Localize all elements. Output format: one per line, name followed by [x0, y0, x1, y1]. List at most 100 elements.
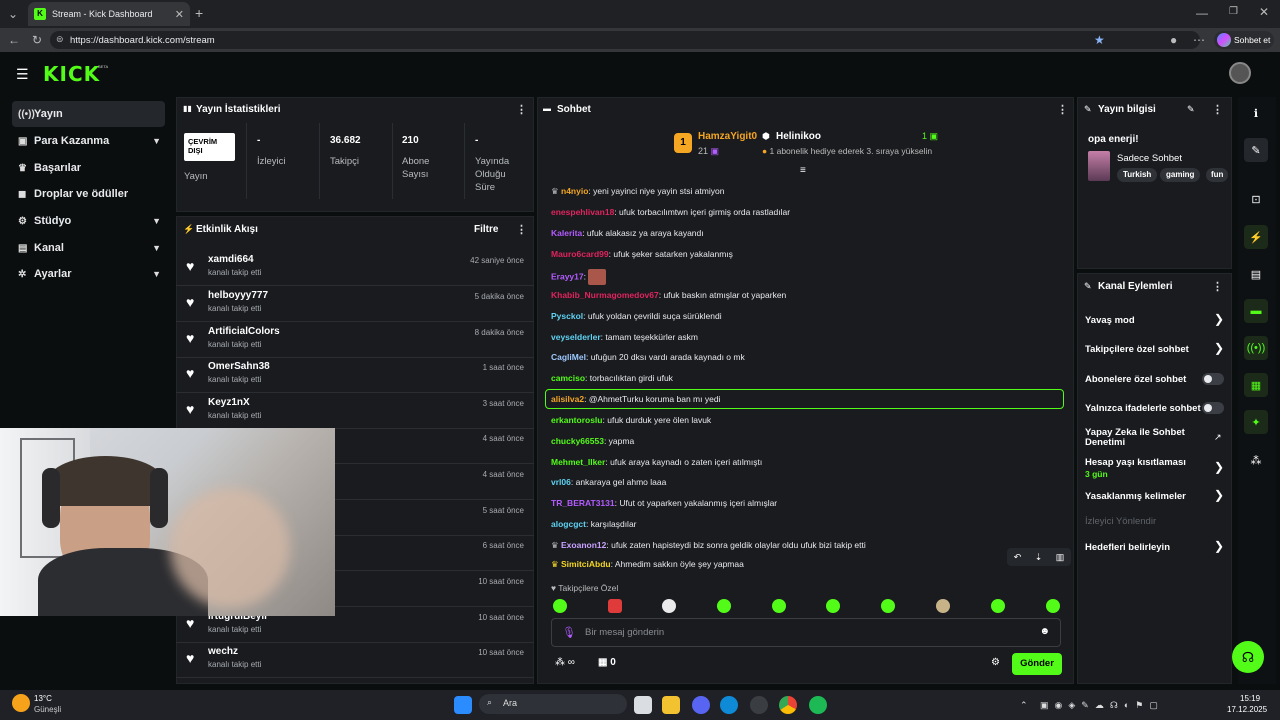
- chat-message[interactable]: Pysckol: ufuk yoldan çevrildi suça sürük…: [551, 311, 722, 321]
- minimize-icon[interactable]: —: [1196, 6, 1208, 20]
- hamburger-menu-icon[interactable]: ☰: [16, 66, 29, 83]
- chevron-right-icon[interactable]: ❯: [1214, 539, 1224, 553]
- apps-icon[interactable]: ⁂: [1244, 448, 1268, 472]
- chat-username[interactable]: Mehmet_Ilker: [551, 457, 605, 467]
- emoji-icon[interactable]: ☻: [1039, 626, 1050, 637]
- chat-message[interactable]: CagliMel: ufuğun 20 dksı vardı arada kay…: [551, 352, 745, 362]
- chat-message[interactable]: camciso: torbacılıktan girdi ufuk: [551, 373, 673, 383]
- wrench-icon[interactable]: ✦: [1244, 410, 1268, 434]
- reply-icon[interactable]: ↶: [1014, 552, 1022, 563]
- sidebar-item-droplar[interactable]: ◼ Droplar ve ödüller: [12, 181, 165, 207]
- delete-icon[interactable]: ▥: [1056, 552, 1065, 563]
- chat-username[interactable]: TR_BERAT3131: [551, 498, 615, 508]
- emote-4[interactable]: [717, 599, 731, 613]
- emote-10[interactable]: [1046, 599, 1060, 613]
- tag-chip[interactable]: Turkish: [1117, 168, 1158, 182]
- back-icon[interactable]: ←: [8, 33, 20, 47]
- info-icon[interactable]: ℹ: [1244, 101, 1268, 125]
- chat-message[interactable]: erkantoroslu: ufuk durduk yere ölen lavu…: [551, 415, 711, 425]
- chat-username[interactable]: vrl06: [551, 477, 571, 487]
- chat-username[interactable]: camciso: [551, 373, 585, 383]
- chat-message[interactable]: enespehlivan18: ufuk torbacılımtwn içeri…: [551, 207, 790, 217]
- chat-message[interactable]: Mehmet_Ilker: ufuk araya kaynadı o zaten…: [551, 457, 762, 467]
- send-button[interactable]: Gönder: [1012, 653, 1062, 675]
- activity-user[interactable]: helboyyy777: [208, 290, 268, 301]
- chat-message[interactable]: TR_BERAT3131: Ufut ot yaparken yakalanmı…: [551, 498, 777, 508]
- chat-message[interactable]: vrl06: ankaraya gel ahmo laaa: [551, 477, 666, 487]
- help-support-icon[interactable]: ☊: [1232, 641, 1264, 673]
- chat-settings-icon[interactable]: ⚙: [991, 657, 1000, 668]
- emote-9[interactable]: [991, 599, 1005, 613]
- taskbar-search[interactable]: ⌕ Ara: [479, 694, 627, 714]
- reload-icon[interactable]: ↻: [32, 33, 42, 47]
- chat-username[interactable]: Kalerita: [551, 228, 582, 238]
- url-input[interactable]: ⊜ https://dashboard.kick.com/stream: [50, 31, 1200, 49]
- activity-user[interactable]: OmerSahn38: [208, 361, 270, 372]
- subscribers-only-toggle[interactable]: [1202, 373, 1224, 385]
- chevron-right-icon[interactable]: ❯: [1214, 341, 1224, 355]
- pin-icon[interactable]: ⇣: [1035, 552, 1043, 563]
- activity-row[interactable]: ♥ helboyyy777 kanalı takip etti 5 dakika ön…: [176, 286, 534, 322]
- emote-7[interactable]: [881, 599, 895, 613]
- banned-words-item[interactable]: Yasaklanmış kelimeler: [1085, 491, 1186, 502]
- pencil-icon[interactable]: ✎: [1244, 138, 1268, 162]
- spotify-icon[interactable]: [809, 696, 827, 714]
- chat-message[interactable]: veyselderler: tamam teşekkürler askm: [551, 332, 698, 342]
- favorite-star-icon[interactable]: ★: [1094, 33, 1105, 47]
- chat-username[interactable]: alogcgct: [551, 519, 586, 529]
- stack-icon[interactable]: ▦: [1244, 373, 1268, 397]
- sidebar-item-yayin[interactable]: ((•)) Yayın: [12, 101, 165, 127]
- activity-row[interactable]: ♥ ArtificialColors kanalı takip etti 8 daki…: [176, 322, 534, 358]
- chat-username[interactable]: Pysckol: [551, 311, 583, 321]
- capture-icon[interactable]: ⊡: [1244, 187, 1268, 211]
- ai-moderation-item[interactable]: Yapay Zeka ile Sohbet Denetimi: [1085, 428, 1195, 448]
- chat-username[interactable]: n4nyio: [561, 186, 588, 196]
- activity-row[interactable]: ♥ wechz kanalı takip etti 10 saat önce: [176, 642, 534, 678]
- tab-list-icon[interactable]: ⌄: [8, 7, 18, 21]
- chat-message[interactable]: ♛ Exoanon12: ufuk zaten hapisteydi biz s…: [551, 540, 866, 551]
- chat-username[interactable]: erkantoroslu: [551, 415, 603, 425]
- list-icon[interactable]: ▤: [1244, 262, 1268, 286]
- chat-message[interactable]: chucky66553: yapma: [551, 436, 634, 446]
- sidebar-item-para-kazanma[interactable]: ▣ Para Kazanma ▼: [12, 128, 165, 154]
- chat-input[interactable]: 🎙 Bir mesaj gönderin ☻: [551, 618, 1061, 647]
- microphone-icon[interactable]: 🎙: [562, 626, 576, 639]
- browser-tab[interactable]: K Stream - Kick Dashboard ✕: [28, 2, 190, 26]
- chat-message[interactable]: ♛ n4nyio: yeni yayinci niye yayin stsi a…: [551, 186, 724, 197]
- chat-username[interactable]: CagliMel: [551, 352, 586, 362]
- lightning-icon[interactable]: ⚡: [1244, 225, 1268, 249]
- weather-icon[interactable]: [12, 694, 30, 712]
- chat-icon[interactable]: ▬: [1244, 299, 1268, 323]
- activity-filter-button[interactable]: Filtre: [474, 224, 498, 235]
- activity-user[interactable]: Keyz1nX: [208, 397, 250, 408]
- discord-icon[interactable]: [692, 696, 710, 714]
- activity-row[interactable]: ♥ OmerSahn38 kanalı takip etti 1 saat önce: [176, 357, 534, 393]
- chat-username[interactable]: Mauro6card99: [551, 249, 609, 259]
- emote-8[interactable]: [936, 599, 950, 613]
- chat-username[interactable]: Erayy17: [551, 271, 584, 281]
- emote-1[interactable]: [553, 599, 567, 613]
- activity-user[interactable]: ArtificialColors: [208, 326, 280, 337]
- chrome-icon[interactable]: [779, 696, 797, 714]
- clock-time[interactable]: 15:19: [1240, 694, 1260, 703]
- followers-only-item[interactable]: Takipçilere özel sohbet: [1085, 344, 1189, 355]
- start-icon[interactable]: [454, 696, 472, 714]
- profile-icon[interactable]: ●: [1170, 33, 1177, 47]
- file-explorer-icon[interactable]: [662, 696, 680, 714]
- category-thumbnail[interactable]: [1088, 151, 1110, 181]
- channel-actions-menu-icon[interactable]: ⋮: [1212, 280, 1223, 293]
- tag-chip[interactable]: gaming: [1160, 168, 1201, 182]
- chat-message[interactable]: Erayy17:: [551, 269, 607, 285]
- user-avatar[interactable]: [1229, 62, 1251, 84]
- chat-username[interactable]: alisilva2: [551, 394, 584, 404]
- chat-message[interactable]: Mauro6card99: ufuk şeker satarken yakala…: [551, 249, 733, 259]
- expand-down-icon[interactable]: ≡: [800, 165, 806, 176]
- tray-icons[interactable]: ▣◉◈✎☁☊◐⚑▢: [1040, 700, 1164, 711]
- close-tab-icon[interactable]: ✕: [175, 8, 184, 21]
- emote-only-toggle[interactable]: [1202, 402, 1224, 414]
- activity-row[interactable]: ♥ Keyz1nX kanalı takip etti 3 saat önce: [176, 393, 534, 429]
- sidebar-item-basarilar[interactable]: ♛ Başarılar: [12, 155, 165, 181]
- chat-message[interactable]: alisilva2: @AhmetTurku koruma ban mı yed…: [551, 394, 720, 404]
- window-close-icon[interactable]: ✕: [1259, 5, 1269, 19]
- app-icon[interactable]: [750, 696, 768, 714]
